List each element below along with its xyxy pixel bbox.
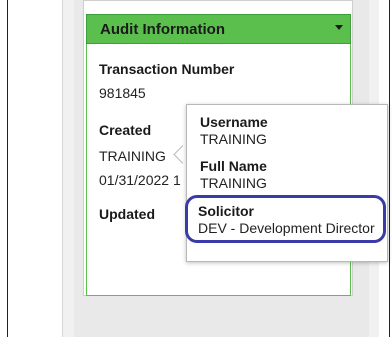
right-frame-border bbox=[389, 0, 390, 337]
popover-username-value: TRAINING bbox=[200, 131, 267, 147]
audit-header-title: Audit Information bbox=[100, 20, 225, 38]
popover-fullname-label: Full Name bbox=[200, 158, 267, 174]
popover-fullname-value: TRAINING bbox=[200, 175, 267, 191]
updated-label: Updated bbox=[99, 206, 155, 222]
created-date-value: 01/31/2022 1 bbox=[99, 172, 181, 188]
created-by-link[interactable]: TRAINING bbox=[99, 148, 166, 164]
transaction-number-label: Transaction Number bbox=[99, 61, 235, 77]
solicitor-highlight-box bbox=[185, 195, 386, 243]
left-frame-border bbox=[7, 0, 8, 337]
audit-information-header[interactable]: Audit Information bbox=[86, 14, 351, 44]
caret-down-icon[interactable] bbox=[335, 25, 343, 30]
popover-username-label: Username bbox=[200, 114, 268, 130]
created-label: Created bbox=[99, 122, 152, 138]
transaction-number-value: 981845 bbox=[99, 85, 146, 101]
